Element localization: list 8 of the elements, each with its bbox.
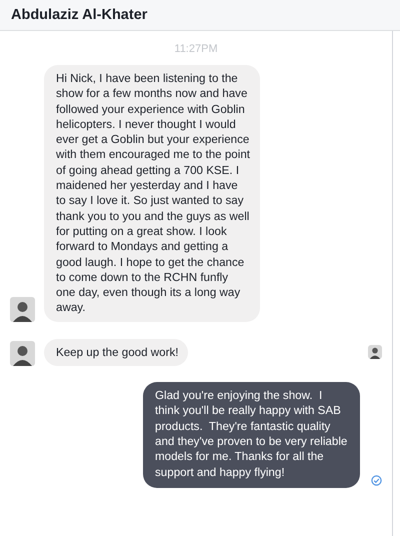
contact-avatar xyxy=(10,296,35,322)
conversation-title: Abdulaziz Al-Khater xyxy=(11,7,148,23)
message-bubble: Hi Nick, I have been listening to the show for a few months now and have followed your experience with Goblin helicopters. I never thought I would ever get a Goblin but your experience with them encouraged me to the point of going ahead getting a 700 KSE. I maidened her yesterday and I have to say I love it. So just wanted to say thank you to you and the guys as well for putting on a great show. I look forward to Mondays and getting a good laugh. I hope to get the chance to come down to the RCHN funfly one day, even though its a long way away. xyxy=(44,65,260,322)
message-bubble: Glad you're enjoying the show. I think you'll be really happy with SAB products. They're fantastic quality and they've proven to be very reliable models for me. Thanks for all the support and happy flying! xyxy=(143,382,360,488)
message-bubble: Keep up the good work! xyxy=(44,338,188,366)
contact-avatar xyxy=(10,341,35,366)
message-timestamp: 11:27PM xyxy=(173,43,219,55)
seen-avatar-icon xyxy=(368,345,382,360)
